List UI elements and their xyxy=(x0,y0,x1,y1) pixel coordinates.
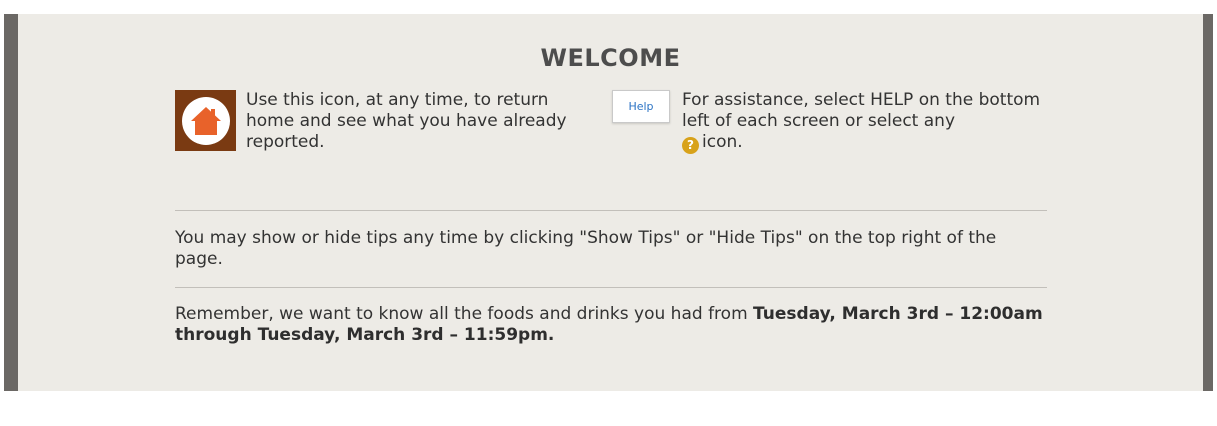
reminder-prefix: Remember, we want to know all the foods … xyxy=(175,304,754,324)
divider-bottom xyxy=(175,287,1047,288)
tips-info-text: You may show or hide tips any time by cl… xyxy=(175,228,997,269)
home-info-text: Use this icon, at any time, to return ho… xyxy=(246,90,567,152)
page: WELCOME Use this icon, at any time, to r… xyxy=(0,0,1217,426)
help-info-text-main: For assistance, select HELP on the botto… xyxy=(682,90,1041,131)
divider-top xyxy=(175,210,1047,211)
welcome-panel: WELCOME Use this icon, at any time, to r… xyxy=(4,14,1213,391)
question-icon[interactable]: ? xyxy=(682,137,699,154)
help-info-text-tail: icon. xyxy=(702,132,743,152)
house-icon xyxy=(190,106,221,135)
home-icon xyxy=(175,90,236,151)
welcome-title: WELCOME xyxy=(540,44,681,72)
help-info-text: For assistance, select HELP on the botto… xyxy=(682,90,1052,154)
help-button[interactable]: Help xyxy=(612,90,670,123)
reminder-text: Remember, we want to know all the foods … xyxy=(175,304,1055,346)
home-icon-circle xyxy=(181,96,230,145)
